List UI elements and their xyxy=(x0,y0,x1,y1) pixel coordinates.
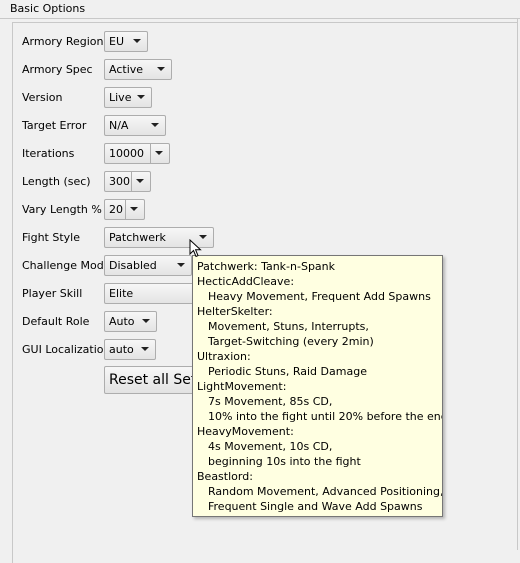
vary-length-value: 20 xyxy=(109,203,123,216)
length-sec-label: Length (sec) xyxy=(22,175,91,188)
tooltip-line: 10% into the fight until 20% before the … xyxy=(208,410,443,423)
gui-localization-combo[interactable]: auto xyxy=(104,339,156,360)
default-role-label: Default Role xyxy=(22,315,90,328)
tooltip-line: LightMovement: xyxy=(197,380,287,393)
default-role-combo[interactable]: Auto xyxy=(104,311,157,332)
tooltip-line: Movement, Stuns, Interrupts, xyxy=(208,320,369,333)
target-error-label: Target Error xyxy=(22,119,87,132)
chevron-down-icon[interactable] xyxy=(129,32,147,51)
mouse-pointer-icon xyxy=(189,239,202,258)
chevron-down-icon[interactable] xyxy=(153,60,171,79)
version-label: Version xyxy=(22,91,63,104)
challenge-mode-value: Disabled xyxy=(109,259,157,272)
tooltip-line: HelterSkelter: xyxy=(197,305,273,318)
gui-localization-value: auto xyxy=(109,343,134,356)
tooltip-line: HeavyMovement: xyxy=(197,425,294,438)
tooltip-line: 4s Movement, 10s CD, xyxy=(208,440,333,453)
iterations-label: Iterations xyxy=(22,147,75,160)
fight-style-value: Patchwerk xyxy=(109,231,166,244)
chevron-down-icon[interactable] xyxy=(138,312,156,331)
fight-style-tooltip: Patchwerk: Tank-n-Spank HecticAddCleave:… xyxy=(192,255,443,517)
challenge-mode-combo[interactable]: Disabled xyxy=(104,255,192,276)
armory-region-label: Armory Region xyxy=(22,35,104,48)
tooltip-line: 7s Movement, 85s CD, xyxy=(208,395,333,408)
armory-spec-combo[interactable]: Active xyxy=(104,59,172,80)
challenge-mode-label: Challenge Mode xyxy=(22,259,111,272)
version-value: Live xyxy=(109,91,132,104)
armory-region-value: EU xyxy=(109,35,125,48)
chevron-down-icon[interactable] xyxy=(137,340,155,359)
tooltip-line: Beastlord: xyxy=(197,470,253,483)
version-combo[interactable]: Live xyxy=(104,87,152,108)
chevron-down-icon[interactable] xyxy=(147,116,165,135)
iterations-value: 10000 xyxy=(109,147,144,160)
player-skill-value: Elite xyxy=(109,287,134,300)
chevron-down-icon[interactable] xyxy=(150,144,169,163)
tooltip-line: Patchwerk: Tank-n-Spank xyxy=(197,260,336,273)
armory-spec-label: Armory Spec xyxy=(22,63,93,76)
tooltip-line: Periodic Stuns, Raid Damage xyxy=(208,365,367,378)
panel-right-border xyxy=(517,18,518,550)
length-sec-value: 300 xyxy=(109,175,130,188)
chevron-down-icon[interactable] xyxy=(133,88,151,107)
tooltip-line: Ultraxion: xyxy=(197,350,251,363)
fight-style-label: Fight Style xyxy=(22,231,80,244)
length-sec-combo[interactable]: 300 xyxy=(104,171,151,192)
vary-length-combo[interactable]: 20 xyxy=(104,199,145,220)
player-skill-label: Player Skill xyxy=(22,287,83,300)
tooltip-line: Frequent Single and Wave Add Spawns xyxy=(208,500,423,513)
tooltip-line: Target-Switching (every 2min) xyxy=(208,335,374,348)
vary-length-label: Vary Length % xyxy=(22,203,102,216)
group-divider xyxy=(0,18,520,19)
gui-localization-label: GUI Localization xyxy=(22,343,111,356)
tooltip-line: Random Movement, Advanced Positioning, xyxy=(208,485,443,498)
group-title: Basic Options xyxy=(10,2,86,15)
default-role-value: Auto xyxy=(109,315,135,328)
tooltip-line: beginning 10s into the fight xyxy=(208,455,361,468)
target-error-combo[interactable]: N/A xyxy=(104,115,166,136)
iterations-combo[interactable]: 10000 xyxy=(104,143,170,164)
chevron-down-icon[interactable] xyxy=(125,200,144,219)
armory-spec-value: Active xyxy=(109,63,144,76)
armory-region-combo[interactable]: EU xyxy=(104,31,148,52)
target-error-value: N/A xyxy=(109,119,129,132)
tooltip-line: Heavy Movement, Frequent Add Spawns xyxy=(208,290,431,303)
tooltip-line: HecticAddCleave: xyxy=(197,275,295,288)
chevron-down-icon[interactable] xyxy=(131,172,150,191)
